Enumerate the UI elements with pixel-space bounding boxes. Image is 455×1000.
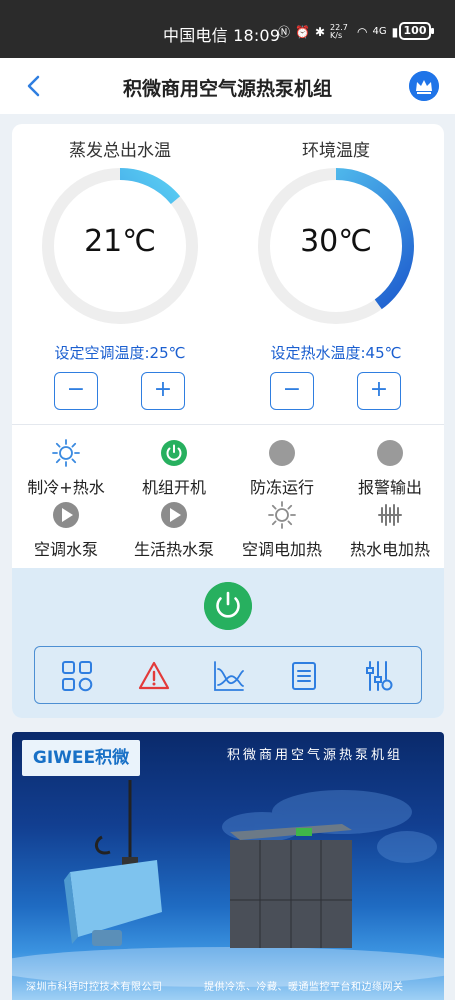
divider [12,424,444,425]
status-hotwater-heater: 热水电加热 [336,500,444,560]
status-label: 空调水泵 [33,540,98,559]
power-on-icon [161,440,187,466]
chart-icon[interactable] [212,659,246,693]
gray-dot-icon [377,440,403,466]
status-antifreeze: 防冻运行 [228,438,336,498]
status-label: 热水电加热 [349,540,430,559]
signal-icon: ▮ [391,24,399,39]
control-panel [12,568,444,718]
main-card: 蒸发总出水温 21℃ 环境温度 30℃ 设定空调温度:25℃ 设定热水温度:45… [12,124,444,718]
ac-setpoint-label: 设定空调温度:25℃ [54,344,186,362]
wifi-icon: ◠ [357,24,368,39]
settings-sliders-icon[interactable] [362,659,396,693]
gauge-value-ambient: 30℃ [300,224,372,259]
bluetooth-icon: ✱ [314,24,326,39]
sun-icon [52,439,80,467]
carrier-time: 中国电信 18:09 [163,26,281,45]
gray-dot-icon [269,440,295,466]
ac-temp-minus-button[interactable]: − [54,372,98,410]
sun-gray-icon [268,501,296,529]
page-title: 积微商用空气源热泵机组 [122,78,332,100]
power-button[interactable] [204,582,252,630]
status-label: 制冷+热水 [27,478,105,497]
alarm-clock-icon: ⏰ [295,24,310,39]
nfc-icon: Ⓝ [278,25,291,39]
gauge-label-ambient: 环境温度 [302,141,370,161]
status-label: 防冻运行 [249,478,314,497]
battery-icon: 100 [399,22,434,40]
gauge-label-evap-water: 蒸发总出水温 [69,141,171,161]
status-bar: 中国电信 18:09 Ⓝ ⏰ ✱ 22.7 K/s ◠ 4G ▮ 100 [0,0,455,58]
signal-label: 4G [372,26,387,37]
status-hotwater-pump: 生活热水泵 [120,500,228,560]
alarm-icon[interactable] [137,659,171,693]
status-alarm-output: 报警输出 [336,438,444,498]
banner-company: 深圳市科特时控技术有限公司 [26,982,163,993]
banner-title: 积微商用空气源热泵机组 [227,748,404,763]
play-icon [161,502,187,528]
heater-icon [378,504,402,526]
hot-water-setpoint-label: 设定热水温度:45℃ [270,344,402,362]
ac-temp-plus-button[interactable]: + [141,372,185,410]
crown-icon[interactable] [409,71,439,101]
banner-slogan: 提供冷冻、冷藏、暖通监控平台和边缘网关 [204,982,404,993]
gauge-value-evap-water: 21℃ [84,224,156,259]
grid-icon[interactable] [60,659,94,693]
hot-water-temp-minus-button[interactable]: − [270,372,314,410]
hot-water-temp-plus-button[interactable]: + [357,372,401,410]
status-ac-pump: 空调水泵 [12,500,120,560]
play-icon [53,502,79,528]
status-cooling-hotwater: 制冷+热水 [12,438,120,498]
status-ac-heater: 空调电加热 [228,500,336,560]
ad-banner[interactable]: GIWEE积微 积微商用空气源热泵机组 深圳市科特时控技术有限公司 提供冷冻、冷… [12,732,444,1000]
status-label: 空调电加热 [241,540,322,559]
header: 积微商用空气源热泵机组 [0,58,455,114]
status-icons: Ⓝ ⏰ ✱ 22.7 K/s ◠ 4G ▮ [278,23,398,40]
status-label: 报警输出 [357,478,422,497]
net-speed: 22.7 K/s [330,22,348,40]
status-label: 机组开机 [141,478,206,497]
status-label: 生活热水泵 [133,540,214,559]
status-unit-on: 机组开机 [120,438,228,498]
function-toolbar [34,646,422,704]
list-icon[interactable] [287,659,321,693]
giwee-logo: GIWEE积微 [22,740,140,776]
